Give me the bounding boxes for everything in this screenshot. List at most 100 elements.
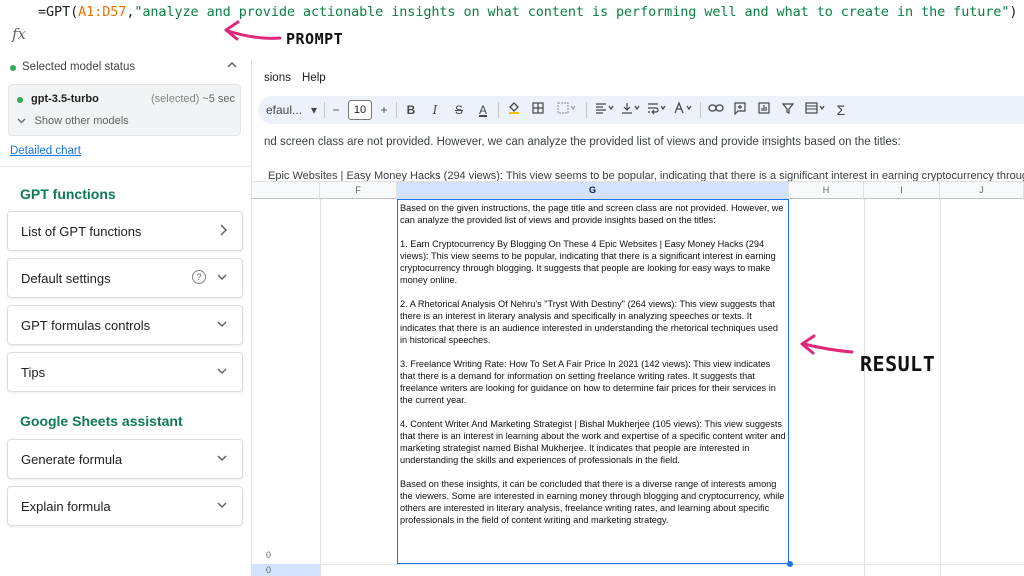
chevron-down-icon [17,116,29,126]
insert-chart-icon[interactable] [756,101,772,119]
card-generate-formula[interactable]: Generate formula [7,439,243,479]
fill-handle[interactable] [787,561,793,567]
prompt-arrow [224,20,282,41]
strikethrough-button[interactable]: S [452,101,466,119]
menu-help[interactable]: Help [302,72,326,84]
card-label: GPT formulas controls [21,318,151,333]
chevron-up-icon[interactable] [226,59,238,73]
merge-cells-icon[interactable] [556,101,578,119]
result-paragraph: 1. Earn Cryptocurrency By Blogging On Th… [400,239,776,285]
result-paragraph: 3. Freelance Writing Rate: How To Set A … [400,359,776,405]
detailed-chart-link[interactable]: Detailed chart [10,145,81,157]
card-label: Generate formula [21,452,123,467]
result-paragraph: Based on the given instructions, the pag… [400,203,784,225]
row-number: 0 [266,565,272,575]
prompt-arrow-head [224,20,240,41]
spreadsheet-area: sions Help efaul... ▾ − 10 + B I S A Σ n… [252,60,1024,576]
bold-button[interactable]: B [404,101,418,119]
card-default-settings[interactable]: Default settings ? [7,258,243,298]
toolbar-divider [700,102,701,118]
vertical-align-icon[interactable] [620,101,642,119]
text-color-button[interactable]: A [476,101,490,119]
prompt-annotation: PROMPT [286,30,344,48]
dropdown-arrow-icon[interactable]: ▾ [308,101,320,119]
column-header-j[interactable]: J [940,182,1024,200]
model-latency: ~5 sec [202,93,235,105]
grid-line [320,199,321,576]
toolbar-divider [396,102,397,118]
chevron-down-icon [216,317,228,334]
insert-link-icon[interactable] [708,101,724,119]
chevron-down-icon [216,364,228,381]
card-tips[interactable]: Tips [7,352,243,392]
toolbar-divider [498,102,499,118]
filter-icon[interactable] [780,101,796,119]
column-header-g[interactable]: G [397,182,789,200]
row-number: 0 [266,550,272,560]
grid-line [940,199,941,576]
card-label: Default settings [21,271,111,286]
status-dot-icon [17,97,23,103]
formula-suffix: ) [1009,4,1018,20]
result-annotation: RESULT [860,352,936,376]
column-header-blank [252,182,320,200]
chevron-down-icon [216,270,228,287]
row-line [266,564,1024,565]
help-icon[interactable]: ? [192,270,206,284]
font-size-decrease-button[interactable]: − [330,101,342,119]
model-selected-label: (selected) [151,93,200,105]
text-wrap-icon[interactable] [646,101,668,119]
gpt-functions-title: GPT functions [20,186,116,202]
filter-views-icon[interactable] [804,101,828,119]
sidebar-divider [0,166,252,167]
formula-range: A1:D57 [78,4,127,20]
chevron-down-icon [216,498,228,515]
column-header-row: F G H I J [252,181,1024,200]
horizontal-align-icon[interactable] [594,101,616,119]
formula-bar[interactable]: =GPT(A1:D57,"analyze and provide actiona… [0,0,1024,60]
show-other-models-label: Show other models [34,115,129,127]
model-name: gpt-3.5-turbo [31,93,99,105]
chevron-right-icon [218,223,228,240]
selected-row-strip [252,564,320,576]
menu-extensions[interactable]: sions [264,72,291,84]
grid-line [864,199,865,576]
borders-icon[interactable] [530,101,546,119]
fx-icon: fx [12,25,27,43]
card-gpt-formulas-controls[interactable]: GPT formulas controls [7,305,243,345]
card-label: List of GPT functions [21,224,142,239]
fill-color-icon[interactable] [506,101,522,119]
toolbar-divider [324,102,325,118]
model-option[interactable]: gpt-3.5-turbo (selected) ~5 sec [17,93,235,109]
card-label: Tips [21,365,46,380]
font-size-input[interactable]: 10 [348,100,372,120]
chevron-down-icon [216,451,228,468]
result-arrow [800,334,854,355]
insert-comment-icon[interactable] [732,101,748,119]
card-explain-formula[interactable]: Explain formula [7,486,243,526]
google-sheets-assistant-title: Google Sheets assistant [20,413,183,429]
card-label: Explain formula [21,499,111,514]
column-header-f[interactable]: F [320,182,397,200]
result-paragraph: 2. A Rhetorical Analysis Of Nehru's "Try… [400,299,778,345]
formula-prefix: =GPT( [38,4,79,20]
text-rotation-icon[interactable] [672,101,694,119]
gpt-sidebar: Selected model status gpt-3.5-turbo (sel… [0,60,252,576]
model-status-label: Selected model status [22,61,136,73]
result-paragraph: Based on these insights, it can be concl… [400,479,785,525]
model-status-header[interactable]: Selected model status [10,60,242,80]
result-paragraph: 4. Content Writer And Marketing Strategi… [400,419,786,465]
cell-preview-text: nd screen class are not provided. Howeve… [264,136,901,148]
result-cell-g[interactable]: Based on the given instructions, the pag… [397,199,789,564]
functions-button[interactable]: Σ [834,101,848,119]
toolbar-divider [586,102,587,118]
column-header-h[interactable]: H [789,182,864,200]
status-dot-icon [10,65,16,71]
model-selector[interactable]: gpt-3.5-turbo (selected) ~5 sec Show oth… [8,84,241,136]
show-other-models-toggle[interactable]: Show other models [17,115,129,127]
card-list-of-gpt-functions[interactable]: List of GPT functions [7,211,243,251]
formula-input[interactable]: =GPT(A1:D57,"analyze and provide actiona… [38,4,1018,20]
font-size-increase-button[interactable]: + [378,101,390,119]
column-header-i[interactable]: I [864,182,940,200]
italic-button[interactable]: I [428,101,442,119]
